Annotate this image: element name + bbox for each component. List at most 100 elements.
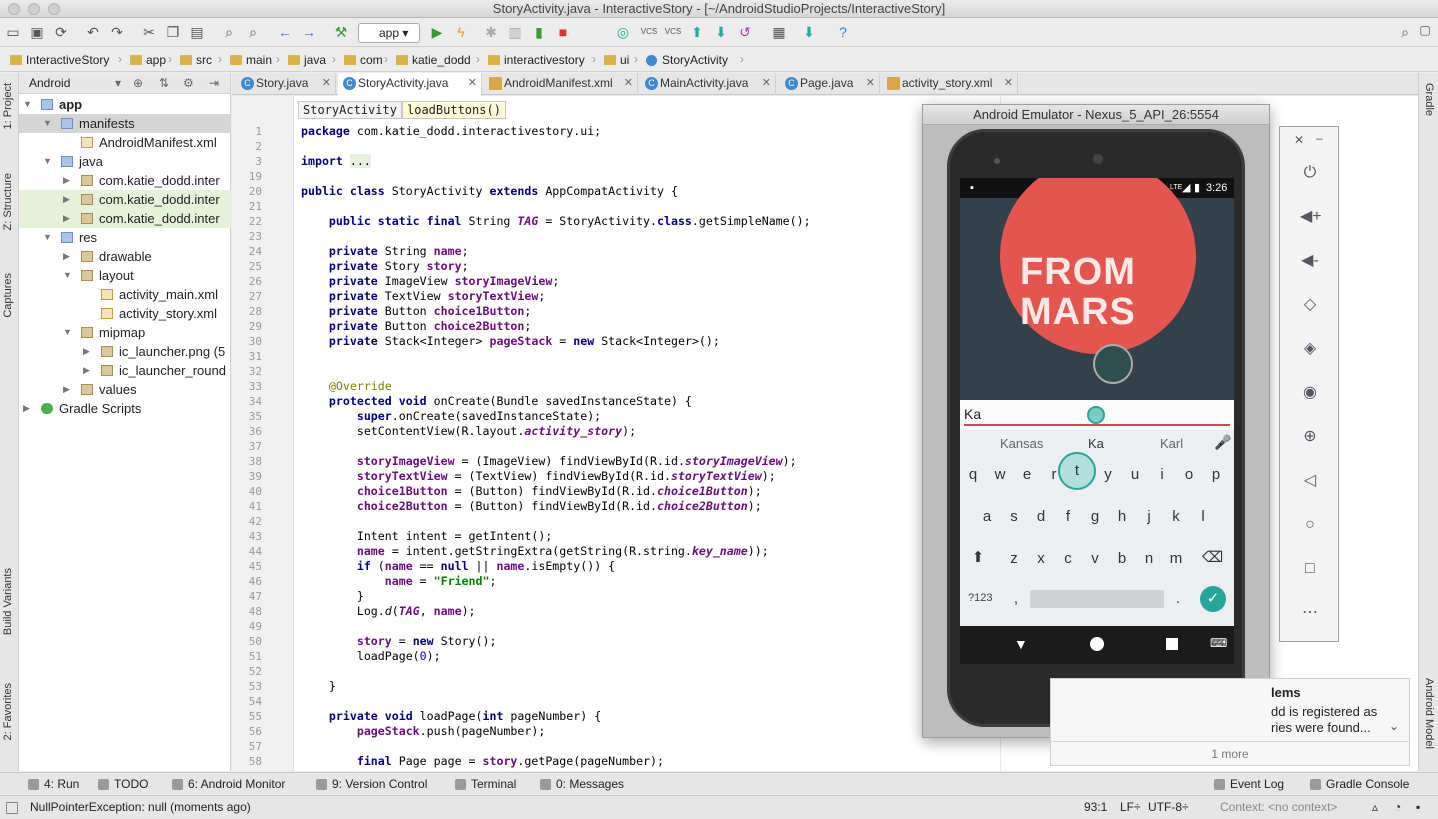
tree-item-res[interactable]: ▼ res — [19, 228, 231, 247]
home-icon[interactable]: ○ — [1300, 515, 1320, 535]
symbols-key[interactable]: ?123 — [968, 592, 992, 604]
tab-storyactivity-java[interactable]: StoryActivity.java✕ — [338, 73, 482, 96]
name-input[interactable]: Ka — [960, 400, 1234, 430]
make-project-icon[interactable]: ⚒ — [332, 23, 350, 41]
crumb-com[interactable]: com — [342, 52, 383, 68]
event-log-tool-button[interactable]: Event Log — [1214, 777, 1284, 791]
microphone-icon[interactable]: 🎤 — [1214, 434, 1231, 451]
key-o[interactable]: o — [1179, 466, 1199, 483]
tree-item-gradle-scripts[interactable]: ▶ Gradle Scripts — [19, 399, 231, 418]
chevron-down-icon[interactable]: ▾ — [115, 73, 121, 94]
key-e[interactable]: e — [1017, 466, 1037, 483]
todo-tool-button[interactable]: TODO — [98, 777, 148, 791]
vcs-update-icon[interactable]: ◎ — [614, 23, 632, 41]
project-view-select[interactable]: Android — [29, 76, 70, 90]
expand-chevron-icon[interactable]: ⌄ — [1389, 719, 1399, 733]
attach-debugger-icon[interactable]: ▮ — [530, 23, 548, 41]
rotate-right-icon[interactable]: ◈ — [1300, 339, 1320, 359]
build-variants-tool-button[interactable]: Build Variants — [2, 568, 14, 635]
volume-up-icon[interactable]: ◀+ — [1300, 207, 1322, 227]
profile-icon[interactable]: ▥ — [506, 23, 524, 41]
close-icon[interactable]: ✕ — [1004, 73, 1013, 94]
copy-icon[interactable]: ❐ — [164, 23, 182, 41]
key-d[interactable]: d — [1031, 508, 1051, 525]
file-encoding[interactable]: UTF-8÷ — [1148, 796, 1189, 818]
terminal-tool-button[interactable]: Terminal — [455, 777, 516, 791]
key-t[interactable]: t — [1058, 452, 1096, 490]
key-y[interactable]: y — [1098, 466, 1118, 483]
close-icon[interactable]: ✕ — [1294, 133, 1304, 147]
crumb-storyactivity[interactable]: StoryActivity — [644, 52, 728, 68]
key-s[interactable]: s — [1004, 508, 1024, 525]
captures-tool-button[interactable]: Captures — [2, 273, 14, 318]
messages-tool-button[interactable]: 0: Messages — [540, 777, 624, 791]
replace-icon[interactable]: ⌕ — [244, 23, 262, 41]
key-w[interactable]: w — [990, 466, 1010, 483]
more-icon[interactable]: ⋯ — [1300, 603, 1320, 623]
crumb-ui[interactable]: ui — [602, 52, 629, 68]
zoom-window-button[interactable] — [48, 3, 60, 15]
stop-icon[interactable]: ■ — [554, 23, 572, 41]
key-z[interactable]: z — [1004, 550, 1024, 567]
crumb-java[interactable]: java — [286, 52, 326, 68]
gradle-console-tool-button[interactable]: Gradle Console — [1310, 777, 1409, 791]
key-x[interactable]: x — [1031, 550, 1051, 567]
gradle-tool-button[interactable]: Gradle — [1423, 83, 1435, 116]
sync-icon[interactable]: ⟳ — [52, 23, 70, 41]
overview-icon[interactable]: □ — [1300, 559, 1320, 579]
text-cursor-handle[interactable] — [1087, 406, 1105, 424]
crumb-app[interactable]: app — [128, 52, 166, 68]
find-icon[interactable]: ⌕ — [220, 23, 238, 41]
backspace-icon[interactable]: ⌫ — [1202, 548, 1223, 566]
close-icon[interactable]: ✕ — [322, 73, 331, 94]
android-monitor-tool-button[interactable]: 6: Android Monitor — [172, 777, 285, 791]
notification-balloon[interactable]: lems dd is registered as ries were found… — [1050, 678, 1410, 766]
project-tool-button[interactable]: 1: Project — [2, 83, 14, 129]
run-icon[interactable]: ▶ — [428, 23, 446, 41]
avd-manager-icon[interactable]: ⬇ — [800, 23, 818, 41]
tab-androidmanifest-xml[interactable]: AndroidManifest.xml ✕ — [484, 73, 638, 95]
key-m[interactable]: m — [1166, 550, 1186, 567]
apply-changes-icon[interactable]: ϟ — [452, 23, 470, 41]
done-check-icon[interactable]: ✓ — [1200, 586, 1226, 612]
collapse-all-icon[interactable]: ⇅ — [159, 73, 169, 94]
tree-item-activity-story[interactable]: activity_story.xml — [19, 304, 231, 323]
help-icon[interactable]: ? — [834, 23, 852, 41]
phone-screen[interactable]: ▪ LTE ◢ ▮ 3:26 FROM MARS Ka Kansas Ka Ka… — [960, 178, 1234, 664]
tree-item-drawable[interactable]: ▶ drawable — [19, 247, 231, 266]
android-model-tool-button[interactable]: Android Model — [1423, 678, 1435, 749]
volume-down-icon[interactable]: ◀- — [1300, 251, 1320, 271]
key-n[interactable]: n — [1139, 550, 1159, 567]
debug-icon[interactable]: ✱ — [482, 23, 500, 41]
key-q[interactable]: q — [963, 466, 983, 483]
tree-item-package-3[interactable]: ▶ com.katie_dodd.inter — [19, 209, 231, 228]
lock-icon[interactable]: ▵ — [1372, 796, 1378, 818]
minimize-icon[interactable]: – — [1316, 131, 1323, 145]
cut-icon[interactable]: ✂ — [140, 23, 158, 41]
close-icon[interactable]: ✕ — [468, 73, 477, 94]
search-everywhere-icon[interactable]: ⌕ — [1396, 23, 1414, 41]
suggestion-3[interactable]: Karl — [1160, 436, 1183, 451]
key-p[interactable]: p — [1206, 466, 1226, 483]
gear-icon[interactable]: ⚙ — [183, 73, 194, 94]
recents-nav-icon[interactable] — [1166, 638, 1178, 650]
redo-icon[interactable]: ↷ — [108, 23, 126, 41]
toggle-tool-windows-icon[interactable] — [6, 802, 18, 814]
project-structure-icon[interactable]: ▦ — [770, 23, 788, 41]
tree-item-mipmap[interactable]: ▼ mipmap — [19, 323, 231, 342]
editor-crumb-method[interactable]: loadButtons() — [402, 101, 506, 119]
key-c[interactable]: c — [1058, 550, 1078, 567]
minimize-window-button[interactable] — [28, 3, 40, 15]
line-separator[interactable]: LF÷ — [1120, 796, 1141, 818]
sdk-manager-icon[interactable]: ⬇ — [712, 23, 730, 41]
tree-item-values[interactable]: ▶ values — [19, 380, 231, 399]
run-configuration-select[interactable]: app ▾ — [358, 23, 420, 43]
key-j[interactable]: j — [1139, 508, 1159, 525]
back-icon[interactable]: ← — [276, 23, 294, 41]
tree-item-package-2[interactable]: ▶ com.katie_dodd.inter — [19, 190, 231, 209]
power-icon[interactable]: ⏻ — [1300, 163, 1320, 183]
back-icon[interactable]: ◁ — [1300, 471, 1320, 491]
crumb-main[interactable]: main — [228, 52, 272, 68]
suggestion-1[interactable]: Kansas — [1000, 436, 1043, 451]
zoom-icon[interactable]: ⊕ — [1300, 427, 1320, 447]
